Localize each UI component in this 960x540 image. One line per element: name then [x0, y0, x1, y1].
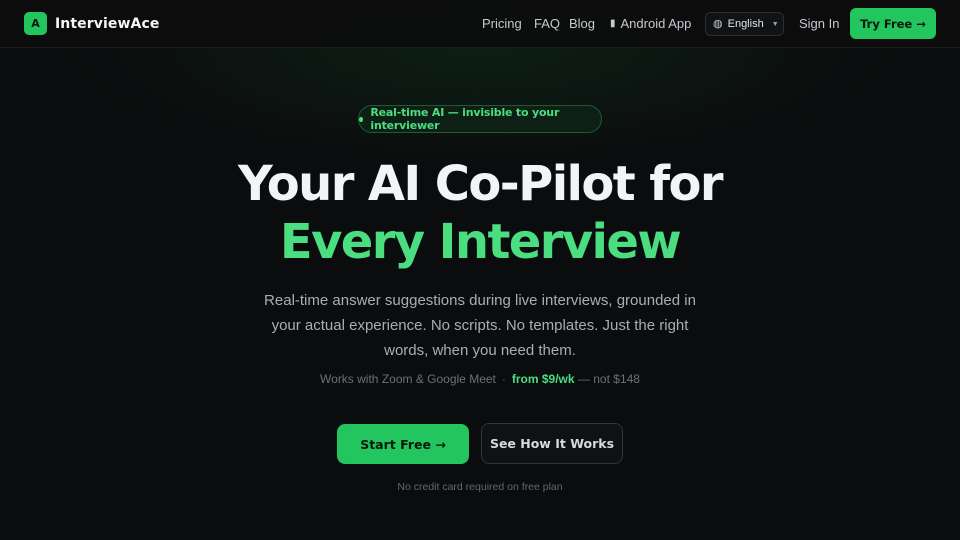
- hero-title-line2: Every Interview: [279, 214, 682, 270]
- nav-link-android-app[interactable]: ▮ Android App: [610, 16, 691, 31]
- brand-logo[interactable]: A InterviewAce: [24, 12, 159, 35]
- landing-page: A InterviewAce Pricing FAQ Blog ▮ Androi…: [0, 0, 960, 540]
- language-selector[interactable]: ◍ English ▼: [705, 12, 784, 36]
- sign-in-link[interactable]: Sign In: [799, 16, 839, 31]
- hero-badge-text: Real-time AI — invisible to your intervi…: [370, 106, 560, 132]
- top-nav: A InterviewAce Pricing FAQ Blog ▮ Androi…: [0, 0, 960, 48]
- start-free-button[interactable]: Start Free →: [337, 424, 469, 464]
- globe-icon: ◍: [713, 17, 723, 30]
- see-how-it-works-button[interactable]: See How It Works: [481, 423, 623, 464]
- chevron-down-icon: ▼: [771, 20, 779, 28]
- nav-link-blog[interactable]: Blog: [569, 16, 595, 31]
- compat-and-price: Works with Zoom & Google Meet · from $9/wk…: [0, 372, 960, 386]
- hero-title-line1: Your AI Co-Pilot for: [238, 156, 724, 212]
- language-label: English: [727, 18, 764, 30]
- price-text: from $9/wk: [511, 372, 575, 386]
- nav-link-android-label: Android App: [620, 16, 692, 31]
- hero-subtitle: Real-time answer suggestions during live…: [264, 292, 696, 359]
- status-dot-icon: [359, 116, 364, 122]
- nav-link-faq[interactable]: FAQ: [534, 16, 560, 31]
- separator: ·: [501, 372, 506, 386]
- hero-badge: Real-time AI — invisible to your intervi…: [358, 105, 602, 133]
- brand-name: InterviewAce: [55, 15, 160, 32]
- try-free-button[interactable]: Try Free →: [850, 8, 936, 39]
- phone-icon: ▮: [610, 17, 616, 29]
- compat-text: Works with Zoom & Google Meet: [320, 372, 496, 386]
- nav-link-pricing[interactable]: Pricing: [482, 16, 522, 31]
- no-credit-card-note: No credit card required on free plan: [397, 481, 563, 493]
- price-old-text: — not $148: [577, 372, 640, 386]
- logo-mark-icon: A: [24, 12, 47, 35]
